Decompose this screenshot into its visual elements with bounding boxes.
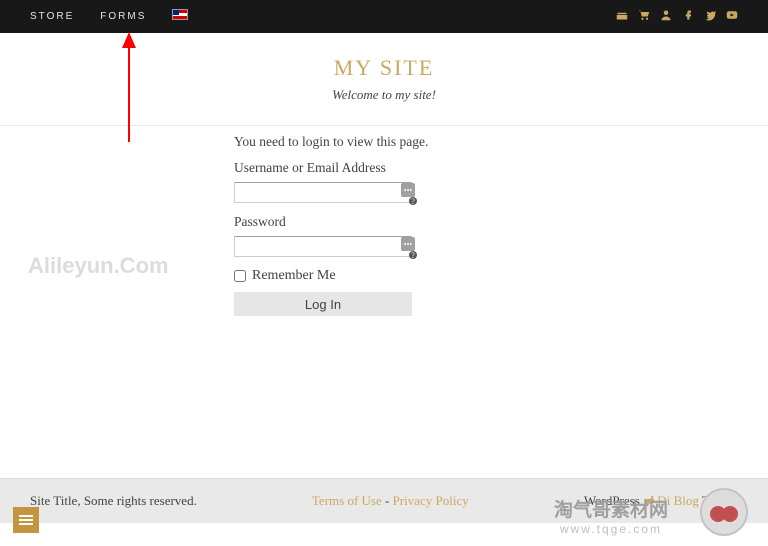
facebook-icon[interactable] — [682, 9, 694, 25]
brand-watermark: 淘气哥素材网 www.tqge.com — [554, 495, 668, 536]
cart-icon[interactable] — [638, 9, 650, 25]
footer-copyright: Site Title, Some rights reserved. — [30, 493, 197, 509]
brand-cn: 淘气哥素材网 — [554, 495, 668, 522]
site-header: MY SITE Welcome to my site! — [0, 33, 768, 126]
nav-forms[interactable]: FORMS — [100, 11, 146, 22]
language-flag-icon[interactable] — [172, 9, 188, 20]
remember-label: Remember Me — [252, 268, 336, 284]
help-icon[interactable]: ? — [409, 197, 417, 205]
username-input[interactable] — [234, 182, 412, 203]
password-input[interactable] — [234, 236, 412, 257]
twitter-icon[interactable] — [704, 9, 716, 25]
brand-url: www.tqge.com — [554, 522, 668, 536]
footer-links: Terms of Use - Privacy Policy — [312, 493, 469, 509]
nav-store[interactable]: STORE — [30, 11, 74, 22]
password-label: Password — [234, 214, 534, 230]
username-label: Username or Email Address — [234, 160, 534, 176]
top-bar: STORE FORMS — [0, 0, 768, 33]
watermark-text: Alileyun.Com — [28, 253, 169, 279]
footer-separator: - — [382, 493, 393, 508]
user-icon[interactable] — [660, 9, 672, 25]
site-title[interactable]: MY SITE — [0, 55, 768, 81]
youtube-icon[interactable] — [726, 9, 738, 25]
login-notice: You need to login to view this page. — [234, 134, 534, 150]
glasses-icon — [710, 506, 738, 518]
help-icon[interactable]: ? — [409, 251, 417, 259]
site-tagline: Welcome to my site! — [0, 87, 768, 103]
topbar-left: STORE FORMS — [30, 11, 188, 22]
login-form: You need to login to view this page. Use… — [234, 134, 534, 316]
login-button[interactable]: Log In — [234, 292, 412, 316]
privacy-link[interactable]: Privacy Policy — [393, 493, 469, 508]
toolbox-icon[interactable] — [616, 9, 628, 25]
avatar-badge[interactable] — [700, 488, 748, 536]
remember-checkbox[interactable] — [234, 270, 246, 282]
autofill-icon[interactable]: ••• — [401, 183, 415, 197]
menu-toggle-button[interactable] — [13, 507, 39, 533]
terms-link[interactable]: Terms of Use — [312, 493, 382, 508]
topbar-right — [616, 9, 738, 25]
autofill-icon[interactable]: ••• — [401, 237, 415, 251]
